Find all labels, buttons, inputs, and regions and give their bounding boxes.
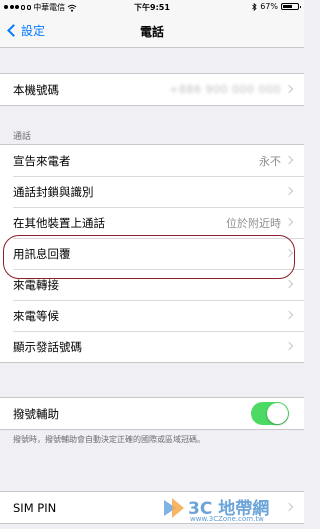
show-caller-id-row[interactable]: 顯示發話號碼	[0, 331, 304, 362]
battery-percent: 67%	[260, 2, 278, 11]
calls-other-devices-value: 位於附近時	[226, 216, 281, 230]
dial-assist-row: 撥號輔助	[0, 398, 304, 429]
toggle-knob	[267, 403, 288, 424]
announce-calls-value: 永不	[259, 154, 281, 168]
call-waiting-row[interactable]: 來電等候	[0, 300, 304, 331]
chevron-right-icon	[284, 186, 294, 196]
announce-calls-row[interactable]: 宣告來電者 永不	[0, 145, 304, 176]
call-waiting-label: 來電等候	[13, 308, 59, 323]
navigation-bar: 設定 電話	[0, 15, 304, 48]
page-title: 電話	[139, 25, 164, 39]
calls-other-devices-label: 在其他裝置上通話	[13, 215, 105, 230]
chevron-right-icon	[284, 279, 294, 289]
sim-pin-label: SIM PIN	[13, 500, 57, 515]
chevron-right-icon	[284, 341, 294, 351]
highlight-outline	[3, 235, 295, 279]
chevron-right-icon	[284, 84, 294, 94]
phone-settings-screen: 中華電信 下午9:51 67% 設定 電話 本機號碼 +886 900 000	[0, 0, 304, 529]
call-blocking-row[interactable]: 通話封鎖與識別	[0, 176, 304, 207]
dial-assist-label: 撥號輔助	[13, 406, 59, 421]
my-number-row[interactable]: 本機號碼 +886 900 000 000	[0, 74, 304, 105]
battery-icon	[281, 3, 301, 10]
bluetooth-icon	[252, 2, 257, 11]
my-number-value: +886 900 000 000	[169, 83, 281, 96]
chevron-right-icon	[284, 217, 294, 227]
chevron-right-icon	[284, 155, 294, 165]
status-right: 67%	[252, 2, 301, 11]
calls-section-header: 通話	[13, 132, 32, 142]
my-number-group: 本機號碼 +886 900 000 000	[0, 73, 304, 106]
dial-assist-toggle[interactable]	[251, 402, 289, 425]
calls-other-devices-row[interactable]: 在其他裝置上通話 位於附近時	[0, 207, 304, 238]
show-caller-id-label: 顯示發話號碼	[13, 339, 82, 354]
dial-assist-footer: 撥號時，撥號輔助會自動決定正確的國際或區域冠碼。	[13, 435, 205, 444]
watermark-emblem-icon	[164, 498, 184, 518]
chevron-right-icon	[284, 310, 294, 320]
watermark-logo: 3C 地帶網 www.3CZone.com.tw	[160, 494, 300, 524]
call-blocking-label: 通話封鎖與識別	[13, 184, 94, 199]
my-number-label: 本機號碼	[13, 82, 59, 97]
dial-assist-group: 撥號輔助	[0, 397, 304, 430]
watermark-url: www.3CZone.com.tw	[190, 515, 264, 523]
announce-calls-label: 宣告來電者	[13, 153, 71, 168]
status-bar: 中華電信 下午9:51 67%	[0, 0, 304, 15]
